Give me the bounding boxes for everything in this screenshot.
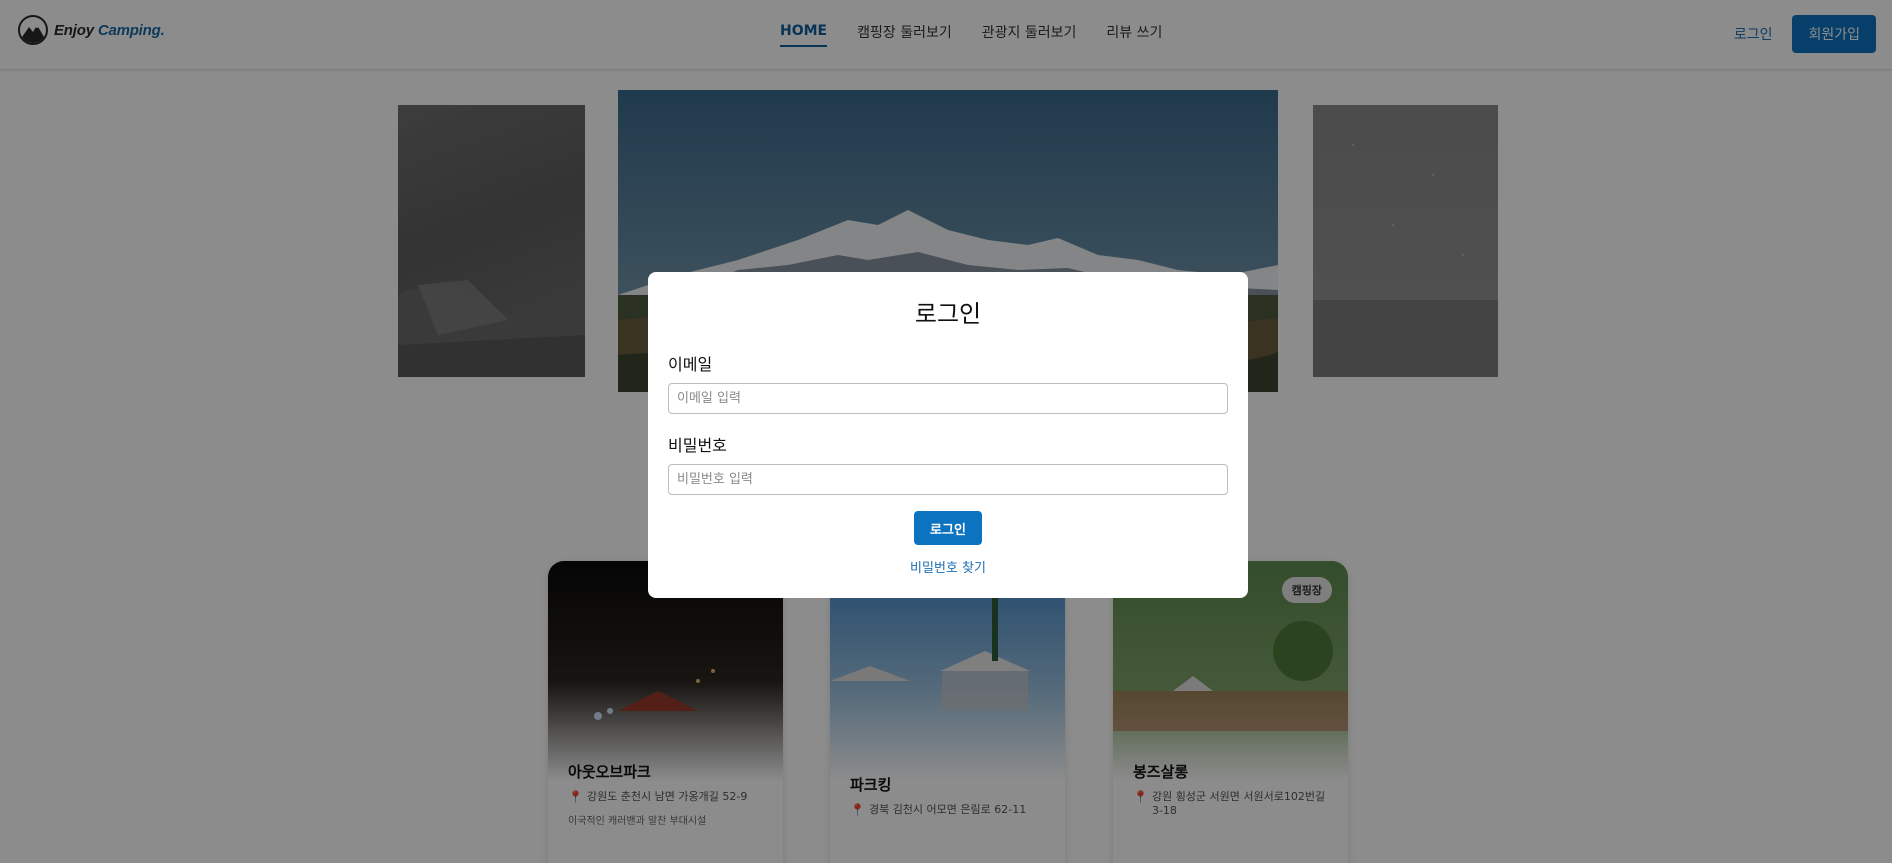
login-modal: 로그인 이메일 비밀번호 로그인 비밀번호 찾기 (648, 272, 1248, 598)
find-password-link[interactable]: 비밀번호 찾기 (910, 557, 986, 576)
email-field[interactable] (668, 383, 1228, 414)
modal-title: 로그인 (914, 300, 982, 328)
password-field[interactable] (668, 464, 1228, 495)
modal-actions: 로그인 비밀번호 찾기 (668, 511, 1228, 576)
password-label: 비밀번호 (668, 436, 727, 455)
login-submit-button[interactable]: 로그인 (914, 511, 982, 545)
email-label: 이메일 (668, 355, 713, 374)
